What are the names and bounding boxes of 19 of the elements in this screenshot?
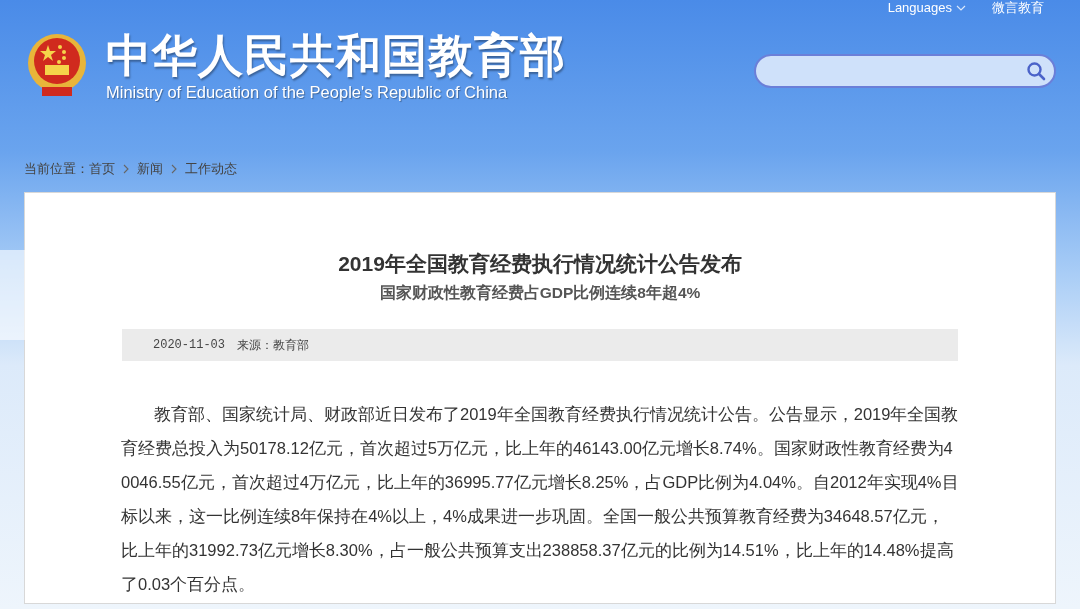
national-emblem-icon [26,33,88,99]
breadcrumb-link[interactable]: 新闻 [137,159,163,179]
breadcrumb-link[interactable]: 工作动态 [185,159,237,179]
article-paragraph: 教育部、国家统计局、财政部近日发布了2019年全国教育经费执行情况统计公告。公告显示，2019年全国教育经费总投入为50178.12亿元，首次超过5万亿元，比上年的46143.00亿元增长8.74%。国家财政性教育经费为40046.55亿元，首次超过4万亿元，比上年的36995.77亿元增长8.25%，占GDP比例为4.04%。自2012年实现4%目标以来，这一比例连续8年保持在4%以上，4%成果进一步巩固。全国一般公共预算教育经费为34648.57亿元，比上年的31992.73亿元增长8.30%，占一般公共预算支出238858.37亿元的比例为14.51%，比上年的14.48%提高了0.03个百分点。 [121,404,959,595]
article-subtitle: 国家财政性教育经费占GDP比例连续8年超4% [379,283,701,303]
site-subtitle: Ministry of Education of the People's Republic of China [106,82,509,102]
search-icon [1026,61,1046,81]
search-field[interactable] [754,54,1056,88]
publish-date: 2020-11-03 [153,337,225,354]
article-source: 来源：教育部 [237,337,309,354]
breadcrumb-label: 当前位置： [24,160,89,178]
languages-dropdown[interactable]: Languages [887,0,966,18]
chevron-down-icon [956,5,966,11]
site-title: 中华人民共和国教育部 [106,30,566,82]
chevron-right-icon [171,164,177,174]
breadcrumb-link[interactable]: 首页 [89,159,115,179]
article-title: 2019年全国教育经费执行情况统计公告发布 [338,251,742,277]
chevron-right-icon [123,164,129,174]
top-link[interactable]: 微言教育 [992,0,1044,18]
